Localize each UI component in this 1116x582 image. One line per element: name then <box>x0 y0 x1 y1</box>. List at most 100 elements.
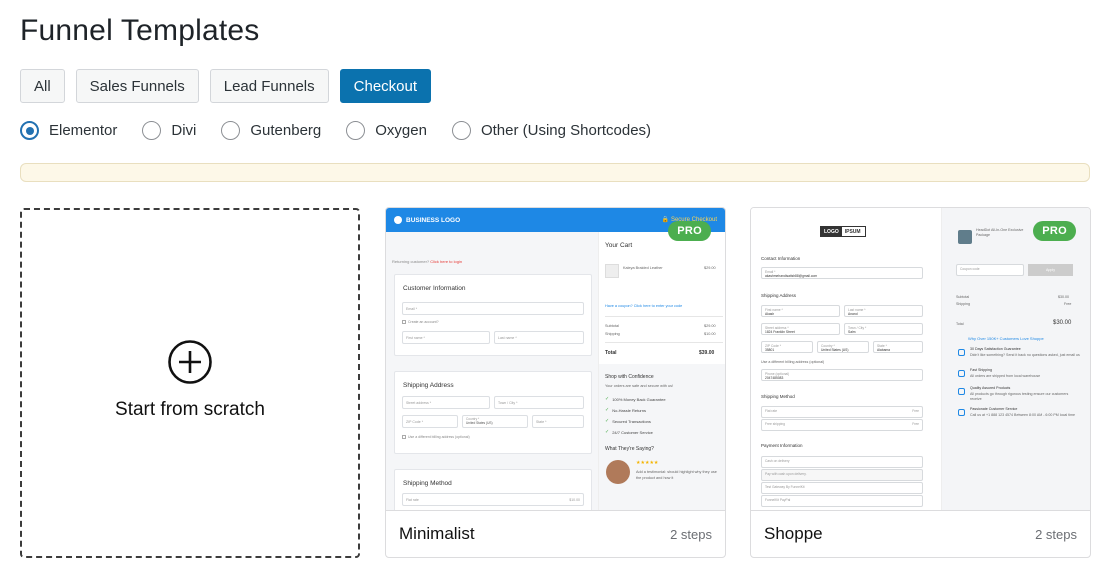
divider <box>605 316 723 317</box>
guarantee-item: ✓ 24/7 Customer Service <box>605 429 653 435</box>
template-name: Shoppe <box>764 524 823 543</box>
box-title: Shipping Method <box>403 480 452 487</box>
notice-bar <box>20 163 1090 182</box>
product-thumbnail <box>605 264 619 278</box>
why-title: Why Over 150K+ Customers Love Shoppe <box>968 336 1044 341</box>
preview-field: Pay with cash upon delivery. <box>761 469 923 481</box>
section-title: Payment Information <box>761 443 803 448</box>
preview-field: Street address * 1824 Franklin Street <box>761 323 840 335</box>
rating-stars: ★★★★★ <box>636 460 659 466</box>
radio-divi[interactable] <box>142 121 162 140</box>
preview-field: Street address * <box>402 396 490 409</box>
product-name: Kaleya Braided Leather <box>623 266 663 270</box>
section-title: Shipping Address <box>761 293 797 298</box>
preview-field: First name * Akash <box>761 305 840 317</box>
radio-gutenberg[interactable] <box>221 121 241 140</box>
radio-other[interactable] <box>451 121 471 140</box>
preview-field: Last name * <box>494 331 584 344</box>
confidence-sub: Your orders are safe and secure with us! <box>605 384 674 388</box>
builder-option-divi[interactable]: Divi <box>142 121 196 140</box>
builder-option-elementor[interactable]: Elementor <box>20 121 117 140</box>
perk-title: Passionate Customer Service <box>970 407 1018 411</box>
preview-field: Cash on delivery <box>761 456 923 468</box>
support-icon <box>958 409 965 416</box>
preview-field: Flat rate $10.00 <box>402 493 584 506</box>
preview-field: State * Alabama <box>873 341 923 353</box>
preview-field: Flat rate Free <box>761 406 923 418</box>
preview-checkbox: Create an account? <box>402 320 439 324</box>
perk-title: 30 Days Satisfaction Guarantee <box>970 347 1021 351</box>
preview-checkbox: Use a different billing address (optiona… <box>761 360 825 364</box>
perk-desc: All orders are shipped from local wareho… <box>970 374 1041 378</box>
filter-lead-funnels-button[interactable]: Lead Funnels <box>209 69 329 103</box>
builder-label: Elementor <box>49 122 118 139</box>
filter-all-button[interactable]: All <box>20 69 65 103</box>
preview-field: Town / City * <box>494 396 584 409</box>
perk-desc: Call us at +1 888 123 4574 Between 8:00 … <box>970 413 1075 417</box>
preview-form-column: Returning customer? Click here to login … <box>386 232 598 511</box>
filter-checkout-button[interactable]: Checkout <box>339 69 432 103</box>
template-steps: 2 steps <box>1035 526 1077 542</box>
template-card-shoppe[interactable]: LOGO IPSUM Contact Information Email * aka… <box>750 207 1091 558</box>
preview-field: Free shipping Free <box>761 419 923 431</box>
preview-field: Country * United States (US) <box>462 415 528 428</box>
shipping-method-box: Shipping Method Flat rate $10.00 <box>394 469 592 511</box>
total-label: Total <box>605 350 617 356</box>
filter-tabs: All Sales Funnels Lead Funnels Checkout <box>20 69 432 103</box>
preview-field: First name * <box>402 331 490 344</box>
builder-label: Other (Using Shortcodes) <box>480 122 652 139</box>
template-footer: Shoppe 2 steps <box>751 510 1090 557</box>
template-preview[interactable]: BUSINESS LOGO 🔒 Secure Checkout PRO Retu… <box>386 208 725 511</box>
section-title: Contact Information <box>761 256 801 261</box>
template-card-minimalist[interactable]: BUSINESS LOGO 🔒 Secure Checkout PRO Retu… <box>385 207 726 558</box>
pro-badge: PRO <box>668 221 711 241</box>
preview-field: Email * <box>402 302 584 315</box>
subtotal-label: Subtotal <box>956 295 970 299</box>
shipping-value: $10.00 <box>704 332 716 336</box>
preview-field: Phone (optional) 2047485083 <box>761 369 923 381</box>
perk-desc: Didn't like something? Send it back no q… <box>970 353 1080 357</box>
shipping-label: Shipping <box>605 332 620 336</box>
testimonial-title: What They're Saying? <box>605 446 654 452</box>
template-steps: 2 steps <box>670 526 712 542</box>
template-name: Minimalist <box>399 524 475 543</box>
filter-sales-funnels-button[interactable]: Sales Funnels <box>75 69 199 103</box>
guarantee-item: ✓ Secured Transactions <box>605 418 651 424</box>
subtotal-label: Subtotal <box>605 324 619 328</box>
builder-label: Gutenberg <box>250 122 322 139</box>
preview-field: State * <box>532 415 584 428</box>
box-title: Shipping Address <box>403 382 454 389</box>
builder-label: Oxygen <box>375 122 427 139</box>
returning-customer: Returning customer? Click here to login <box>392 259 463 264</box>
scratch-label: Start from scratch <box>115 399 265 420</box>
pro-badge: PRO <box>1033 221 1076 241</box>
product-name: HeadDot All-In-One Exclusive Package <box>976 228 1024 237</box>
radio-elementor[interactable] <box>20 121 39 140</box>
total-value: $39.00 <box>699 350 715 356</box>
shipping-address-box: Shipping Address Street address * Town /… <box>394 371 592 454</box>
radio-oxygen[interactable] <box>346 121 366 140</box>
builder-option-other[interactable]: Other (Using Shortcodes) <box>451 121 652 140</box>
customer-info-box: Customer Information Email * Create an a… <box>394 274 592 356</box>
builder-option-oxygen[interactable]: Oxygen <box>346 121 427 140</box>
template-preview[interactable]: LOGO IPSUM Contact Information Email * aka… <box>751 208 1090 511</box>
builder-option-gutenberg[interactable]: Gutenberg <box>221 121 321 140</box>
subtotal-value: $30.00 <box>1058 295 1069 299</box>
divider <box>605 342 723 343</box>
coupon-field: Coupon code <box>956 264 1024 276</box>
start-from-scratch-card[interactable]: Start from scratch <box>20 208 360 558</box>
total-label: Total <box>956 322 964 326</box>
product-price: $29.00 <box>704 266 716 270</box>
preview-summary-column: HeadDot All-In-One Exclusive Package Cou… <box>941 208 1090 511</box>
preview-field: Last name * Anand <box>844 305 923 317</box>
box-title: Customer Information <box>403 285 466 292</box>
preview-field: ZIP Code * <box>402 415 458 428</box>
preview-field: Country * United States (US) <box>817 341 869 353</box>
shipping-icon <box>958 370 965 377</box>
preview-checkbox: Use a different billing address (optiona… <box>402 435 470 439</box>
page-title: Funnel Templates <box>20 14 260 47</box>
coupon-link: Have a coupon? Click here to enter your … <box>605 304 683 308</box>
guarantee-item: ✓ 100% Money Back Guarantee <box>605 396 666 402</box>
preview-field: FunnelKit PayPal <box>761 495 923 507</box>
product-thumbnail <box>958 230 972 244</box>
